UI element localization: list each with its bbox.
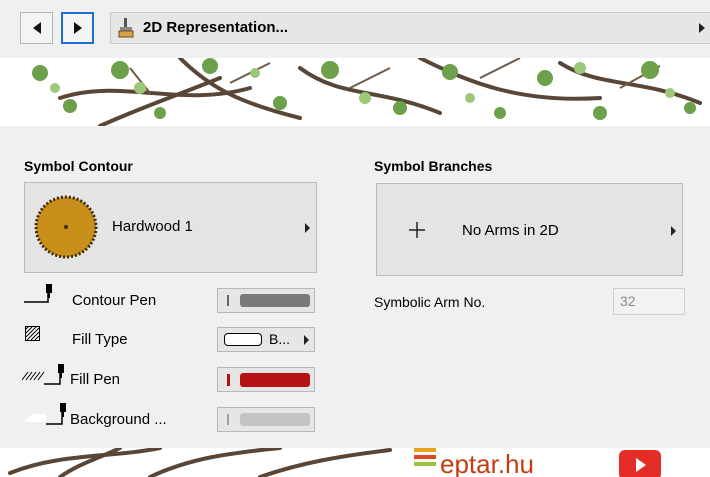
symbol-contour-selector[interactable]: Hardwood 1 — [24, 182, 317, 273]
background-pen-swatch — [240, 413, 310, 426]
symbol-branches-header: Symbol Branches — [374, 158, 493, 174]
symbol-branches-value: No Arms in 2D — [462, 222, 559, 239]
footer-image: eptar.hu — [0, 448, 710, 477]
background-pen-control[interactable] — [217, 407, 315, 432]
fill-pen-swatch — [240, 373, 310, 387]
youtube-icon — [619, 450, 661, 477]
left-arrow-icon — [32, 22, 41, 34]
tree-preview-image — [0, 58, 710, 126]
eptar-logo-icon — [414, 448, 436, 466]
background-pen-marker — [227, 414, 229, 425]
contour-pen-control[interactable] — [217, 288, 315, 313]
contour-arrow-icon — [305, 223, 310, 233]
branches-arrow-icon — [671, 226, 676, 236]
right-arrow-icon — [73, 22, 82, 34]
contour-pen-icon — [24, 284, 52, 303]
fill-type-arrow-icon — [304, 335, 309, 345]
symbolic-arm-input[interactable]: 32 — [613, 288, 685, 315]
plus-icon — [409, 222, 425, 238]
previous-button[interactable] — [20, 12, 53, 44]
symbol-contour-header: Symbol Contour — [24, 158, 133, 174]
fill-type-icon — [25, 326, 40, 341]
section-header[interactable]: 2D Representation... — [110, 12, 710, 44]
fill-pen-control[interactable] — [217, 367, 315, 392]
tree-branches-image — [0, 58, 710, 126]
fill-type-label: Fill Type — [72, 331, 128, 348]
contour-pen-swatch — [240, 294, 310, 307]
fill-type-control[interactable]: B... — [217, 327, 315, 352]
fill-pen-label: Fill Pen — [70, 371, 121, 388]
bottom-branches-image — [8, 448, 392, 477]
toolbar: 2D Representation... — [0, 0, 710, 58]
fill-type-swatch — [224, 333, 262, 346]
fill-pen-icon — [22, 364, 64, 385]
contour-pen-label: Contour Pen — [72, 292, 157, 309]
background-pen-icon — [24, 403, 66, 425]
symbolic-arm-label: Symbolic Arm No. — [374, 294, 486, 310]
symbol-contour-value: Hardwood 1 — [112, 218, 193, 235]
contour-pen-marker — [227, 295, 229, 306]
settings-panel: Symbol Contour Hardwood 1 Contour Pen Fi… — [10, 126, 710, 448]
eptar-site-text: eptar.hu — [440, 449, 534, 477]
expand-arrow-icon — [699, 23, 705, 33]
background-pen-label: Background ... — [70, 411, 167, 428]
next-button[interactable] — [61, 12, 94, 44]
section-title: 2D Representation... — [143, 19, 289, 36]
fill-type-value: B... — [269, 331, 291, 347]
symbol-branches-selector[interactable]: No Arms in 2D — [376, 183, 683, 276]
brush-icon — [118, 18, 134, 38]
hardwood-symbol-icon — [34, 195, 98, 259]
fill-pen-marker — [227, 374, 230, 386]
